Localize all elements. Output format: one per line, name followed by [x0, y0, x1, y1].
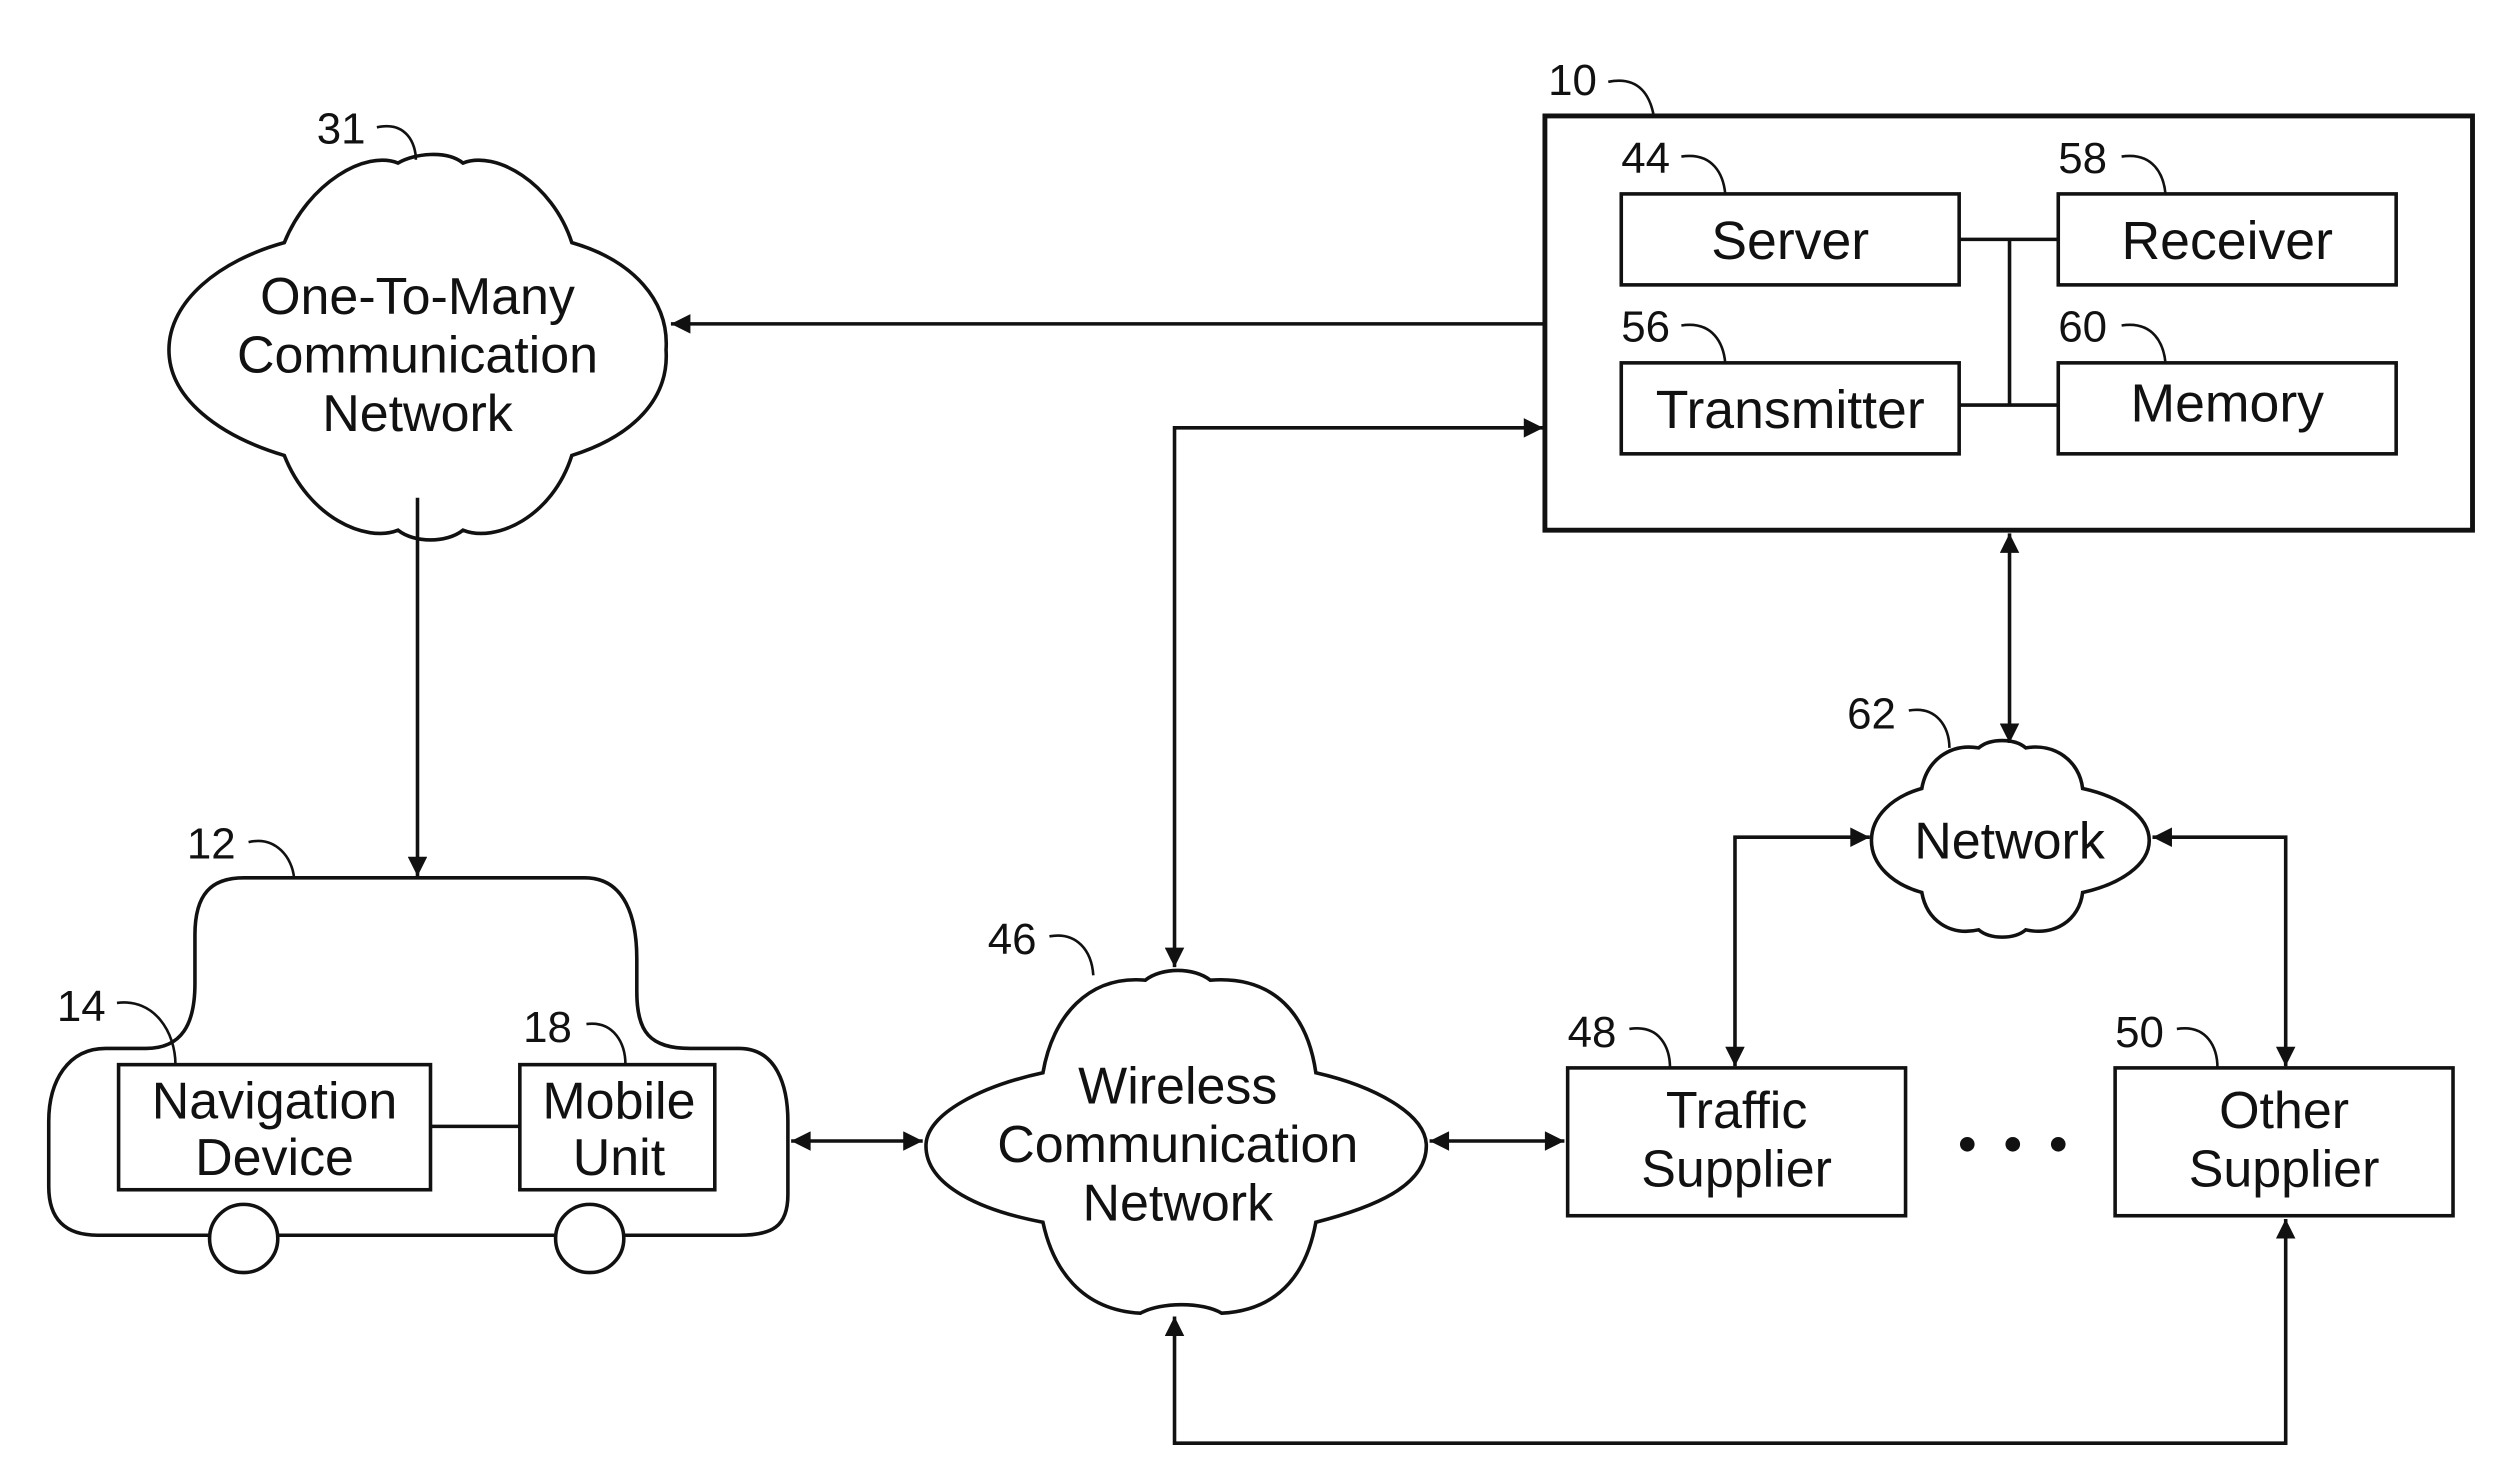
leader-14 [116, 1001, 177, 1065]
mobile-unit-line-1: Mobile [542, 1072, 695, 1130]
traffic-supplier-line-2: Supplier [1641, 1140, 1832, 1198]
other-supplier-line-2: Supplier [2189, 1140, 2380, 1198]
ref-14: 14 [57, 982, 106, 1031]
navigation-device-line-1: Navigation [152, 1072, 398, 1130]
mobile-unit-line-2: Unit [573, 1129, 666, 1187]
other-supplier-line-1: Other [2219, 1082, 2349, 1140]
transmitter-label: Transmitter [1656, 380, 1925, 440]
ref-10: 10 [1548, 56, 1597, 105]
arrow-other-wireless-loop [1164, 1218, 2296, 1445]
ellipsis-dot [1959, 1136, 1975, 1152]
one-to-many-line-1: One-To-Many [260, 268, 575, 326]
one-to-many-network-cloud: One-To-Many Communication Network 31 [167, 105, 668, 542]
ref-18: 18 [523, 1003, 572, 1052]
wireless-line-2: Communication [997, 1116, 1358, 1174]
ref-60: 60 [2058, 303, 2107, 352]
ref-62: 62 [1847, 689, 1896, 738]
ref-50: 50 [2115, 1008, 2164, 1057]
ellipsis-dot [2050, 1136, 2066, 1152]
one-to-many-line-3: Network [322, 385, 514, 443]
leader-12 [248, 839, 296, 878]
rear-wheel [553, 1202, 626, 1275]
ref-56: 56 [1621, 303, 1670, 352]
one-to-many-line-2: Communication [237, 327, 598, 385]
ref-31: 31 [317, 105, 366, 154]
system-diagram: 10 Server 44 Receiver 58 Transmitter 56 … [46, 56, 2475, 1445]
leader-62 [1908, 708, 1951, 748]
leader-48 [1629, 1027, 1672, 1068]
wireless-line-1: Wireless [1078, 1058, 1277, 1116]
leader-50 [2176, 1027, 2219, 1068]
ref-46: 46 [988, 915, 1037, 964]
leader-31 [376, 124, 418, 160]
wireless-line-3: Network [1082, 1175, 1274, 1233]
wireless-network-cloud: Wireless Communication Network 46 [924, 915, 1429, 1316]
central-system-10: 10 Server 44 Receiver 58 Transmitter 56 … [1542, 56, 2475, 533]
arrow-traffic-network [1725, 827, 1870, 1067]
ellipsis-dot [2005, 1136, 2021, 1152]
vehicle-12: 12 Navigation Device 14 Mobile Unit 18 [46, 819, 790, 1275]
ref-58: 58 [2058, 134, 2107, 183]
server-label: Server [1711, 211, 1869, 271]
leader-18 [586, 1022, 627, 1065]
arrow-other-network [2152, 827, 2296, 1067]
ref-12: 12 [187, 819, 236, 868]
network-cloud: Network 62 [1847, 689, 2152, 939]
navigation-device-line-2: Device [195, 1129, 354, 1187]
traffic-supplier-line-1: Traffic [1666, 1082, 1808, 1140]
ref-48: 48 [1568, 1008, 1617, 1057]
memory-label: Memory [2130, 373, 2324, 433]
leader-46 [1049, 934, 1095, 976]
arrow-wireless-central [1164, 418, 1544, 968]
receiver-label: Receiver [2121, 211, 2332, 271]
mobile-unit-box: Mobile Unit 18 [518, 1003, 717, 1192]
leader-10 [1608, 79, 1656, 117]
front-wheel [207, 1202, 280, 1275]
navigation-device-box: Navigation Device 14 [57, 982, 433, 1192]
network-label: Network [1914, 812, 2106, 870]
ref-44: 44 [1621, 134, 1670, 183]
ellipsis-dots [1959, 1136, 2066, 1152]
